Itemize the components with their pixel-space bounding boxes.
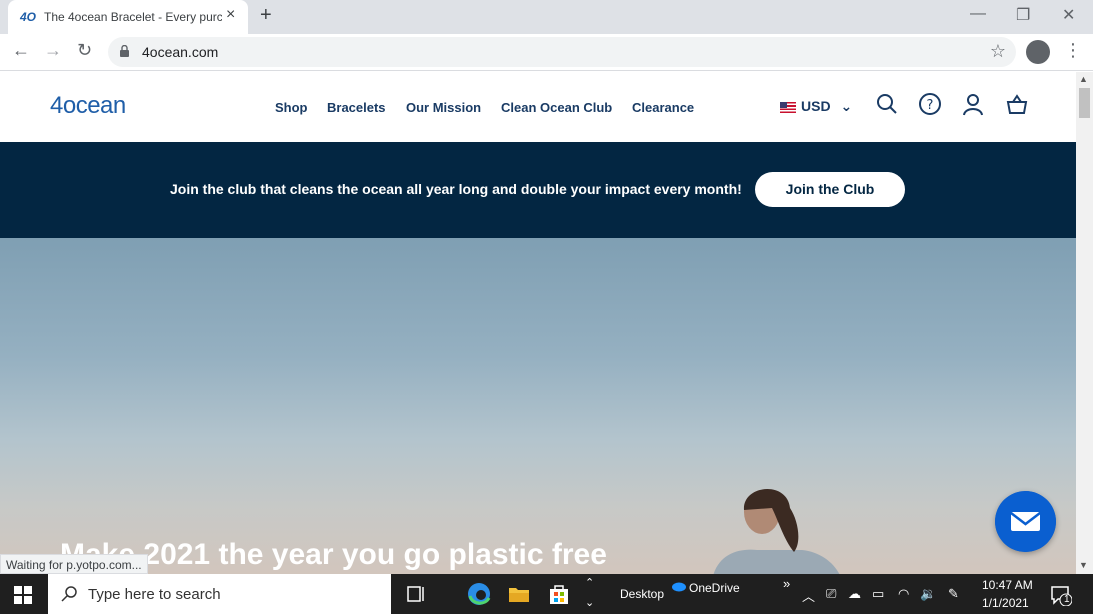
store-icon[interactable] bbox=[547, 582, 571, 606]
nav-our-mission[interactable]: Our Mission bbox=[406, 100, 481, 115]
taskbar-search-placeholder: Type here to search bbox=[88, 586, 221, 603]
browser-menu-icon[interactable]: ⋮ bbox=[1064, 40, 1082, 61]
url-text: 4ocean.com bbox=[142, 44, 219, 60]
back-icon[interactable]: ← bbox=[12, 40, 30, 61]
desktop-toolbar-label[interactable]: Desktop bbox=[620, 587, 664, 601]
favicon-icon: 4O bbox=[20, 10, 37, 24]
edge-browser-icon[interactable] bbox=[467, 582, 491, 606]
search-icon[interactable] bbox=[875, 92, 899, 116]
browser-status-text: Waiting for p.yotpo.com... bbox=[0, 554, 148, 574]
currency-selector[interactable]: USD ⌄ bbox=[780, 98, 852, 115]
onedrive-cloud-icon bbox=[672, 582, 686, 592]
reload-icon[interactable]: ↻ bbox=[77, 40, 92, 61]
scroll-up-icon[interactable]: ▲ bbox=[1079, 74, 1088, 84]
hero-section: Make 2021 the year you go plastic free bbox=[0, 238, 1076, 574]
account-icon[interactable] bbox=[961, 92, 985, 116]
nav-clearance[interactable]: Clearance bbox=[632, 100, 694, 115]
clock-date[interactable]: 1/1/2021 bbox=[982, 596, 1029, 610]
address-bar[interactable]: 4ocean.com ☆ bbox=[108, 37, 1016, 67]
join-club-button[interactable]: Join the Club bbox=[755, 172, 905, 207]
taskbar-scroll-up-icon[interactable]: ⌃ bbox=[585, 576, 594, 589]
pen-icon[interactable]: ✎ bbox=[948, 586, 959, 602]
browser-toolbar: ← → ↻ 4ocean.com ☆ ⋮ bbox=[0, 34, 1093, 71]
taskbar-search-icon bbox=[61, 586, 77, 602]
chevron-down-icon: ⌄ bbox=[840, 98, 853, 114]
cloud-tray-icon[interactable]: ☁ bbox=[848, 586, 861, 602]
chat-mail-button[interactable] bbox=[995, 491, 1056, 552]
page-scrollbar[interactable]: ▲ ▼ bbox=[1076, 72, 1093, 574]
close-tab-icon[interactable]: × bbox=[226, 6, 235, 24]
svg-text:?: ? bbox=[927, 98, 934, 113]
page-viewport: 4ocean Shop Bracelets Our Mission Clean … bbox=[0, 72, 1076, 574]
battery-icon[interactable]: ▭ bbox=[872, 586, 884, 602]
maximize-icon[interactable]: ❐ bbox=[1016, 5, 1030, 25]
nav-clean-ocean-club[interactable]: Clean Ocean Club bbox=[501, 100, 612, 115]
window-close-icon[interactable]: ✕ bbox=[1062, 5, 1075, 25]
windows-start-icon[interactable] bbox=[14, 586, 32, 604]
us-flag-icon bbox=[780, 101, 796, 113]
new-tab-button[interactable]: + bbox=[260, 4, 272, 27]
notification-count: 1 bbox=[1064, 594, 1070, 605]
browser-tab[interactable]: 4O The 4ocean Bracelet - Every purc × bbox=[8, 0, 248, 34]
promo-text: Join the club that cleans the ocean all … bbox=[170, 181, 742, 197]
task-view-icon[interactable] bbox=[405, 582, 429, 606]
onedrive-label[interactable]: OneDrive bbox=[689, 581, 740, 595]
meet-now-icon[interactable]: ⎚ bbox=[826, 586, 836, 602]
volume-icon[interactable]: 🔉 bbox=[920, 586, 936, 602]
clock-time[interactable]: 10:47 AM bbox=[982, 578, 1033, 592]
minimize-icon[interactable]: — bbox=[970, 5, 986, 23]
hero-woman-image bbox=[713, 489, 840, 574]
toolbar-overflow-icon[interactable]: » bbox=[783, 576, 790, 591]
nav-shop[interactable]: Shop bbox=[275, 100, 308, 115]
scroll-thumb[interactable] bbox=[1079, 88, 1090, 118]
site-logo[interactable]: 4ocean bbox=[50, 92, 126, 120]
windows-taskbar: Type here to search ⌃ ⌄ Desktop OneDrive… bbox=[0, 574, 1093, 614]
cart-bag-icon[interactable] bbox=[1005, 92, 1029, 116]
site-header: 4ocean Shop Bracelets Our Mission Clean … bbox=[0, 72, 1076, 142]
forward-icon[interactable]: → bbox=[44, 40, 62, 61]
lock-icon bbox=[120, 45, 129, 57]
taskbar-search-box[interactable]: Type here to search bbox=[48, 574, 391, 614]
tab-title: The 4ocean Bracelet - Every purc bbox=[44, 10, 222, 24]
file-explorer-icon[interactable] bbox=[507, 582, 531, 606]
promo-banner: Join the club that cleans the ocean all … bbox=[0, 142, 1076, 238]
wifi-icon[interactable]: ◠ bbox=[898, 586, 909, 602]
profile-avatar-icon[interactable] bbox=[1026, 40, 1050, 64]
help-icon[interactable]: ? bbox=[918, 92, 942, 116]
bookmark-star-icon[interactable]: ☆ bbox=[990, 41, 1006, 62]
currency-label: USD bbox=[801, 98, 831, 114]
nav-bracelets[interactable]: Bracelets bbox=[327, 100, 386, 115]
scroll-down-icon[interactable]: ▼ bbox=[1079, 560, 1088, 570]
browser-tabstrip: 4O The 4ocean Bracelet - Every purc × + … bbox=[0, 0, 1093, 34]
taskbar-scroll-down-icon[interactable]: ⌄ bbox=[585, 596, 594, 609]
tray-chevron-up-icon[interactable]: ︿ bbox=[802, 586, 815, 605]
